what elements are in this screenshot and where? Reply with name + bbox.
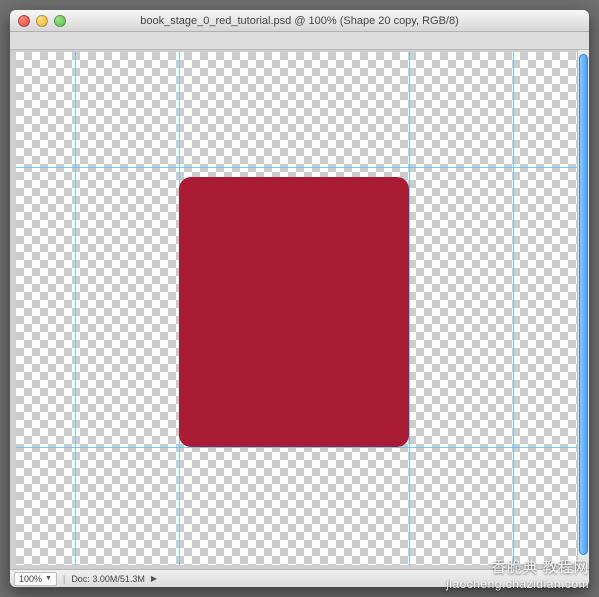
scrollbar-thumb[interactable] <box>579 54 588 555</box>
rounded-rectangle-shape[interactable] <box>179 177 409 447</box>
document-title: book_stage_0_red_tutorial.psd @ 100% (Sh… <box>10 15 589 27</box>
minimize-icon[interactable] <box>36 15 48 27</box>
window-controls <box>18 15 66 27</box>
guide-vertical[interactable] <box>409 52 410 565</box>
doc-size-label: Doc: 3.00M/51.3M <box>71 574 145 584</box>
zoom-level[interactable]: 100% ▼ <box>14 572 57 586</box>
status-separator: | <box>63 574 65 584</box>
zoom-value: 100% <box>19 574 42 584</box>
guide-vertical[interactable] <box>75 52 76 565</box>
vertical-scrollbar[interactable] <box>577 50 589 569</box>
document-area <box>10 50 589 569</box>
guide-vertical[interactable] <box>513 52 514 565</box>
chevron-right-icon[interactable]: ▶ <box>151 574 157 583</box>
status-bar: 100% ▼ | Doc: 3.00M/51.3M ▶ <box>10 569 589 587</box>
app-window: book_stage_0_red_tutorial.psd @ 100% (Sh… <box>10 10 589 587</box>
zoom-icon[interactable] <box>54 15 66 27</box>
document-tab-strip[interactable] <box>10 32 589 50</box>
chevron-down-icon: ▼ <box>45 575 52 582</box>
titlebar[interactable]: book_stage_0_red_tutorial.psd @ 100% (Sh… <box>10 10 589 32</box>
close-icon[interactable] <box>18 15 30 27</box>
canvas[interactable] <box>16 52 577 565</box>
guide-horizontal[interactable] <box>16 167 577 168</box>
guide-horizontal[interactable] <box>16 447 577 448</box>
